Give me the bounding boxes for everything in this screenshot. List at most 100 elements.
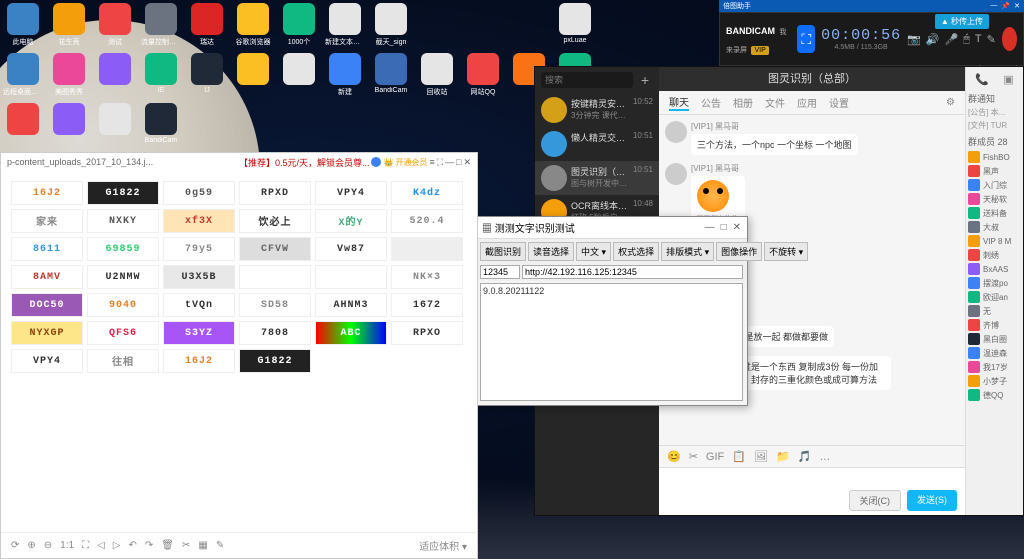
member-item[interactable]: 大叔 <box>968 220 1021 234</box>
desktop-icon[interactable]: 截天_sign <box>371 3 411 47</box>
maximize-icon[interactable]: □ <box>721 222 727 233</box>
viewer-tool-button[interactable]: ✎ <box>216 540 224 551</box>
record-button[interactable] <box>1002 27 1017 51</box>
add-conversation-button[interactable]: + <box>637 72 653 88</box>
cloud-upload-button[interactable]: ▲ 秒传上传 <box>935 14 989 29</box>
desktop-icon[interactable] <box>509 3 549 47</box>
settings-icon[interactable]: ⚙ <box>946 97 955 108</box>
speaker-icon[interactable]: 🔊 <box>926 33 940 46</box>
ocr-tool-button[interactable]: 排版模式 ▾ <box>661 242 714 261</box>
video-icon[interactable]: ▣ <box>1003 73 1013 86</box>
desktop-icon[interactable]: BandiCam <box>371 53 411 97</box>
viewer-tool-button[interactable]: ▦ <box>198 540 207 551</box>
member-item[interactable]: 天秘软 <box>968 192 1021 206</box>
member-item[interactable]: 送料备 <box>968 206 1021 220</box>
desktop-icon[interactable]: IE <box>141 53 181 97</box>
desktop-icon[interactable]: 测试 <box>95 3 135 47</box>
viewer-tool-button[interactable]: ⛶ <box>82 540 89 551</box>
member-item[interactable]: 黑声 <box>968 164 1021 178</box>
member-item[interactable]: 摆渡po <box>968 276 1021 290</box>
desktop-icon[interactable]: 网站QQ <box>463 53 503 97</box>
member-item[interactable]: 小梦子 <box>968 374 1021 388</box>
viewer-tool-button[interactable]: ◁ <box>97 540 105 551</box>
input-tool-icon[interactable]: 🎵 <box>798 450 812 463</box>
viewer-tool-button[interactable]: ⟳ <box>11 540 19 551</box>
minimize-icon[interactable]: — <box>705 222 715 233</box>
text-icon[interactable]: T <box>975 33 982 45</box>
desktop-icon[interactable] <box>3 103 43 144</box>
message-input-area[interactable]: 关闭(C) 发送(S) <box>659 467 965 515</box>
desktop-icon[interactable]: 流量控制防封器 <box>141 3 181 47</box>
chat-tab[interactable]: 相册 <box>733 95 753 110</box>
open-vip-link[interactable]: 开通会员 <box>395 157 427 168</box>
input-tool-icon[interactable]: 🖼 <box>754 450 768 463</box>
send-button[interactable]: 发送(S) <box>907 490 957 511</box>
viewer-tool-button[interactable]: ⊖ <box>44 540 52 551</box>
input-tool-icon[interactable]: GIF <box>706 451 724 463</box>
desktop-icon[interactable]: IJ <box>187 53 227 97</box>
chat-tab[interactable]: 设置 <box>829 95 849 110</box>
desktop-icon[interactable]: 1000个 <box>279 3 319 47</box>
member-item[interactable]: 我17岁 <box>968 360 1021 374</box>
viewer-tool-button[interactable]: ▷ <box>113 540 121 551</box>
topbar-min-icon[interactable]: — <box>990 2 997 10</box>
desktop-icon[interactable]: 回收站 <box>417 53 457 97</box>
chat-tab[interactable]: 文件 <box>765 95 785 110</box>
ocr-tool-button[interactable]: 图像操作 <box>716 242 762 261</box>
conversation-item[interactable]: 按键精灵安卓全分3分钟完 课代主动【图片】 10:52 <box>535 93 659 127</box>
desktop-icon[interactable]: 此电脑 <box>3 3 43 47</box>
mouse-icon[interactable]: 🖱 <box>963 33 970 46</box>
viewer-tool-button[interactable]: ⊕ <box>27 540 35 551</box>
close-icon[interactable]: ✕ <box>733 222 741 233</box>
viewer-max-icon[interactable]: □ <box>456 157 461 167</box>
ocr-tool-button[interactable]: 权式选择 <box>613 242 659 261</box>
camera-icon[interactable]: 📷 <box>907 33 921 46</box>
desktop-icon[interactable] <box>49 103 89 144</box>
desktop-icon[interactable]: 新建 <box>325 53 365 97</box>
desktop-icon[interactable] <box>95 53 135 97</box>
qq-search-input[interactable] <box>541 72 633 88</box>
member-item[interactable]: VIP 8 M <box>968 234 1021 248</box>
chat-tab[interactable]: 公告 <box>701 95 721 110</box>
dot-icon[interactable] <box>371 157 381 167</box>
member-item[interactable]: 温迪森 <box>968 346 1021 360</box>
chat-tab[interactable]: 聊天 <box>669 94 689 111</box>
viewer-min-icon[interactable]: — <box>445 157 454 167</box>
screen-record-mode-button[interactable]: ⛶ <box>797 25 815 53</box>
member-item[interactable]: FishBO <box>968 150 1021 164</box>
input-tool-icon[interactable]: 📋 <box>732 450 746 463</box>
viewer-tool-button[interactable]: ✂ <box>182 540 190 551</box>
desktop-icon[interactable] <box>95 103 135 144</box>
topbar-close-icon[interactable]: ✕ <box>1014 2 1020 10</box>
input-tool-icon[interactable]: 📁 <box>776 450 790 463</box>
conversation-item[interactable]: 图灵识别（总部）图与树开发中 调用方法： 10:51 <box>535 161 659 195</box>
call-icon[interactable]: 📞 <box>975 73 989 86</box>
viewer-promo-text[interactable]: 【推荐】0.5元/天，解锁会员尊... <box>239 156 370 169</box>
viewer-tool-button[interactable]: 1:1 <box>60 540 74 551</box>
desktop-icon[interactable]: 谷歌浏览器 <box>233 3 273 47</box>
ocr-tool-button[interactable]: 截图识别 <box>480 242 526 261</box>
ocr-tool-button[interactable]: 读音选择 <box>528 242 574 261</box>
member-item[interactable]: 无 <box>968 304 1021 318</box>
desktop-icon[interactable] <box>463 3 503 47</box>
ocr-tool-button[interactable]: 中文 ▾ <box>576 242 611 261</box>
fit-dropdown[interactable]: 适应体积 ▾ <box>419 538 467 553</box>
member-item[interactable]: 黑白圈 <box>968 332 1021 346</box>
input-tool-icon[interactable]: … <box>819 451 830 463</box>
member-item[interactable]: 齐博 <box>968 318 1021 332</box>
input-tool-icon[interactable]: 😊 <box>667 450 681 463</box>
member-item[interactable]: BxAAS <box>968 262 1021 276</box>
viewer-tool-button[interactable]: ↶ <box>128 540 136 551</box>
desktop-icon[interactable] <box>233 53 273 97</box>
chat-tab[interactable]: 应用 <box>797 95 817 110</box>
desktop-icon[interactable]: BandiCam <box>141 103 181 144</box>
ocr-url-input[interactable] <box>522 265 743 279</box>
desktop-icon[interactable]: 瑞达 <box>187 3 227 47</box>
close-button[interactable]: 关闭(C) <box>849 490 902 511</box>
desktop-icon[interactable]: 远程桌面连接 <box>3 53 43 97</box>
viewer-tool-button[interactable]: ↷ <box>145 540 153 551</box>
viewer-fullscreen-icon[interactable]: ⛶ <box>437 157 443 168</box>
desktop-icon[interactable] <box>279 53 319 97</box>
desktop-icon[interactable]: pxLuae <box>555 3 595 47</box>
viewer-tool-button[interactable]: 🗑 <box>161 540 174 551</box>
